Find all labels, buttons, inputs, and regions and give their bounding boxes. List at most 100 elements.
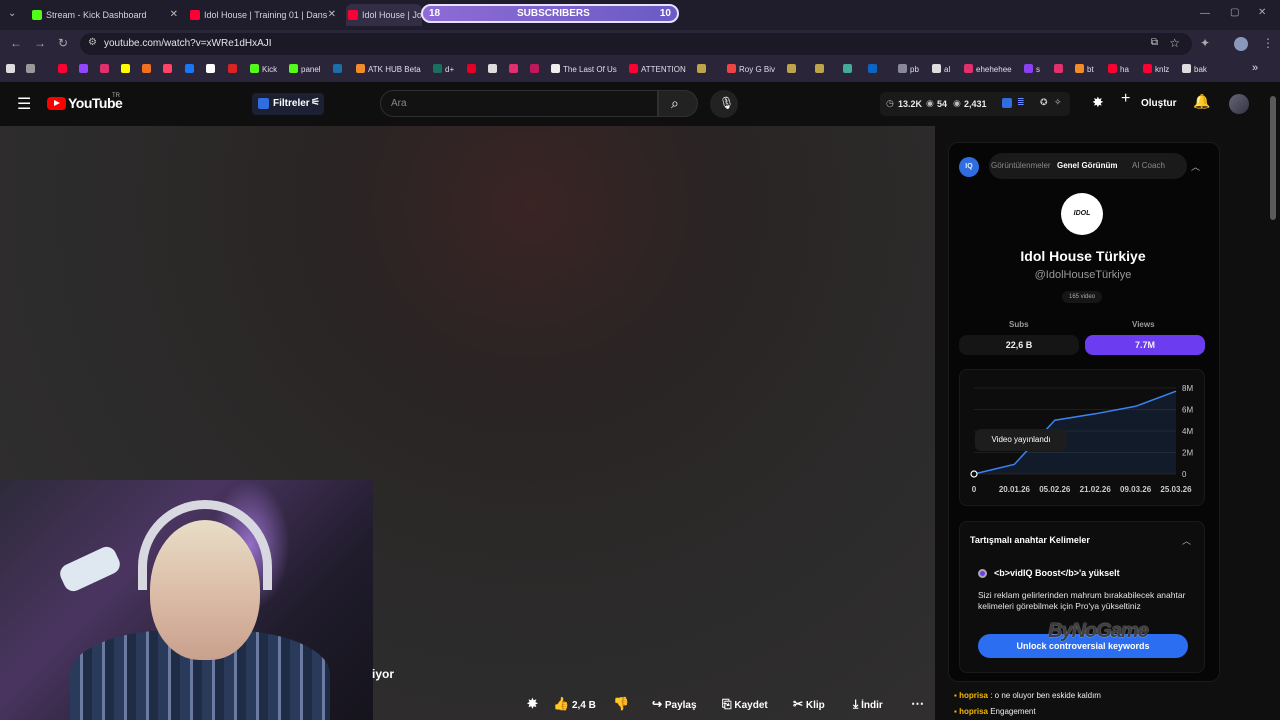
- bookmark-bt[interactable]: bt: [1075, 64, 1094, 74]
- y-tick-label: 8M: [1182, 384, 1193, 393]
- bookmark-ehehehee[interactable]: ehehehee: [964, 64, 1012, 74]
- vidiq-action-icon[interactable]: ✸: [527, 692, 538, 716]
- bookmark-knlz[interactable]: knlz: [1143, 64, 1169, 74]
- data-point-marker[interactable]: [970, 470, 978, 478]
- bookmark-icon-11[interactable]: [843, 64, 855, 74]
- share-button[interactable]: ↪ Paylaş: [652, 692, 697, 716]
- sparkle-icon[interactable]: ✧: [1054, 97, 1062, 108]
- twitch-bookmark-icon[interactable]: [79, 64, 91, 74]
- download-button[interactable]: ⤓ İndir: [853, 692, 883, 716]
- vidiq-badge-icon[interactable]: ✸: [1092, 94, 1104, 111]
- bookmark-icon-6[interactable]: [509, 64, 521, 74]
- close-icon[interactable]: ✕: [328, 4, 336, 26]
- video-title-fragment: iyor: [372, 667, 395, 681]
- menu-dots-icon[interactable]: ⋮: [1262, 36, 1274, 50]
- create-plus-icon[interactable]: +: [1121, 90, 1130, 108]
- save-button[interactable]: ⎘ Kaydet: [722, 692, 768, 716]
- instagram-bookmark-icon[interactable]: [100, 64, 112, 74]
- x-tick-label: 21.02.26: [1080, 485, 1112, 494]
- bookmark-last-of-us[interactable]: The Last Of Us: [551, 64, 617, 74]
- x-bookmark-icon[interactable]: [206, 64, 218, 74]
- bookmark-s[interactable]: s: [1024, 64, 1040, 74]
- window-close-icon[interactable]: ✕: [1258, 7, 1266, 18]
- vidiq-icon[interactable]: [1002, 98, 1012, 108]
- channel-avatar[interactable]: IDOL HOUSE: [1061, 193, 1103, 259]
- search-input[interactable]: Ara: [380, 90, 658, 117]
- youtube-header: ☰ YouTube TR Filtreler ⚟ Ara ⌕ 🎙 ◷ 13.2K…: [0, 82, 1280, 126]
- youtube-bookmark-icon[interactable]: [58, 64, 70, 74]
- thumbs-down-icon: 👎: [613, 696, 630, 711]
- apps-grid-icon[interactable]: [26, 64, 38, 74]
- snapchat-bookmark-icon[interactable]: [121, 64, 133, 74]
- bookmark-kick[interactable]: Kick: [250, 64, 277, 74]
- bookmark-pb[interactable]: pb: [898, 64, 919, 74]
- chevron-up-icon[interactable]: ︿: [1182, 534, 1191, 547]
- chat-badge-icon: ▪: [954, 707, 957, 716]
- bookmark-icon-3[interactable]: [163, 64, 175, 74]
- clip-button[interactable]: ✂ Klip: [793, 692, 825, 716]
- bookmark-roy-g-biv[interactable]: Roy G Biv: [727, 64, 775, 74]
- more-bookmarks-icon[interactable]: »: [1252, 62, 1258, 74]
- bookmark-panel[interactable]: panel: [289, 64, 321, 74]
- bookmark-icon-1[interactable]: [6, 64, 18, 74]
- collapse-chevron-icon[interactable]: ︿: [1191, 160, 1200, 173]
- page-scrollbar[interactable]: [1270, 96, 1276, 220]
- linkedin-bookmark-icon[interactable]: [868, 64, 880, 74]
- bookmark-star-icon[interactable]: ☆: [1169, 36, 1180, 50]
- bookmark-icon-9[interactable]: [787, 64, 799, 74]
- chat-badge-icon: ▪: [954, 691, 957, 700]
- account-avatar[interactable]: [1229, 94, 1249, 114]
- search-button[interactable]: ⌕: [658, 90, 698, 117]
- tab-youtube-training[interactable]: Idol House | Training 01 | Dans ✕: [188, 4, 338, 26]
- like-button[interactable]: 👍 2,4 B: [553, 692, 596, 716]
- bookmark-label: Kick: [262, 65, 278, 74]
- bookmark-icon-4[interactable]: [228, 64, 240, 74]
- tab-ai-coach[interactable]: AI Coach: [1132, 161, 1165, 170]
- bookmark-icon-8[interactable]: [697, 64, 709, 74]
- subs-toggle[interactable]: 22,6 B: [959, 335, 1079, 355]
- tab-overview[interactable]: Genel Görünüm: [1057, 161, 1117, 170]
- url-bar[interactable]: ⚙ youtube.com/watch?v=xWRe1dHxAJI ⧉ ☆: [80, 33, 1192, 55]
- chat-message: ▪ hoprisa : o ne oluyor ben eskide kaldı…: [954, 691, 1101, 700]
- bookmark-dplus[interactable]: d+: [433, 64, 454, 74]
- site-info-icon[interactable]: ⚙: [88, 37, 97, 48]
- bookmark-al[interactable]: al: [932, 64, 950, 74]
- tab-kick-dashboard[interactable]: Stream - Kick Dashboard ✕: [30, 4, 180, 26]
- award-icon[interactable]: ✪: [1040, 97, 1048, 108]
- keywords-title: Tartışmalı anahtar Kelimeler: [970, 535, 1090, 545]
- hamburger-menu-icon[interactable]: ☰: [17, 94, 31, 114]
- cast-icon[interactable]: ⧉: [1151, 37, 1158, 48]
- close-icon[interactable]: ✕: [170, 4, 178, 26]
- bookmark-bak[interactable]: bak: [1182, 64, 1207, 74]
- bookmark-atk-hub[interactable]: ATK HUB Beta: [356, 64, 421, 74]
- reload-icon[interactable]: ↻: [58, 36, 68, 50]
- bookmark-icon-2[interactable]: [142, 64, 154, 74]
- create-button[interactable]: Oluştur: [1141, 98, 1177, 109]
- more-actions-icon[interactable]: ⋯: [911, 692, 924, 716]
- bookmark-attention[interactable]: ATTENTION: [629, 64, 686, 74]
- forward-icon[interactable]: →: [34, 36, 46, 50]
- voice-search-button[interactable]: 🎙: [710, 90, 738, 118]
- dislike-button[interactable]: 👎: [613, 692, 629, 716]
- bookmark-icon-7[interactable]: [530, 64, 542, 74]
- minimize-icon[interactable]: —: [1200, 8, 1210, 19]
- bookmark-icon-10[interactable]: [815, 64, 827, 74]
- back-icon[interactable]: ←: [10, 36, 22, 50]
- list-icon[interactable]: ≣: [1017, 97, 1025, 108]
- profile-avatar[interactable]: [1234, 37, 1248, 51]
- youtube-logo-icon[interactable]: [47, 97, 66, 110]
- maximize-icon[interactable]: ▢: [1230, 7, 1239, 18]
- bookmark-icon-5[interactable]: [488, 64, 500, 74]
- filters-button[interactable]: Filtreler ⚟: [252, 93, 324, 115]
- notifications-bell-icon[interactable]: 🔔: [1193, 93, 1210, 110]
- pinterest-bookmark-icon[interactable]: [467, 64, 479, 74]
- views-toggle[interactable]: 7.7M: [1085, 335, 1205, 355]
- tab-youtube-active[interactable]: Idol House | Jou: [346, 4, 422, 26]
- tab-views[interactable]: Görüntülenmeler: [991, 161, 1051, 170]
- bookmark-ha[interactable]: ha: [1108, 64, 1129, 74]
- steam-bookmark-icon[interactable]: [333, 64, 345, 74]
- bookmark-icon-12[interactable]: [1054, 64, 1066, 74]
- extensions-icon[interactable]: ✦: [1200, 36, 1210, 50]
- tab-list-chevron-icon[interactable]: ⌄: [8, 8, 16, 19]
- facebook-bookmark-icon[interactable]: [185, 64, 197, 74]
